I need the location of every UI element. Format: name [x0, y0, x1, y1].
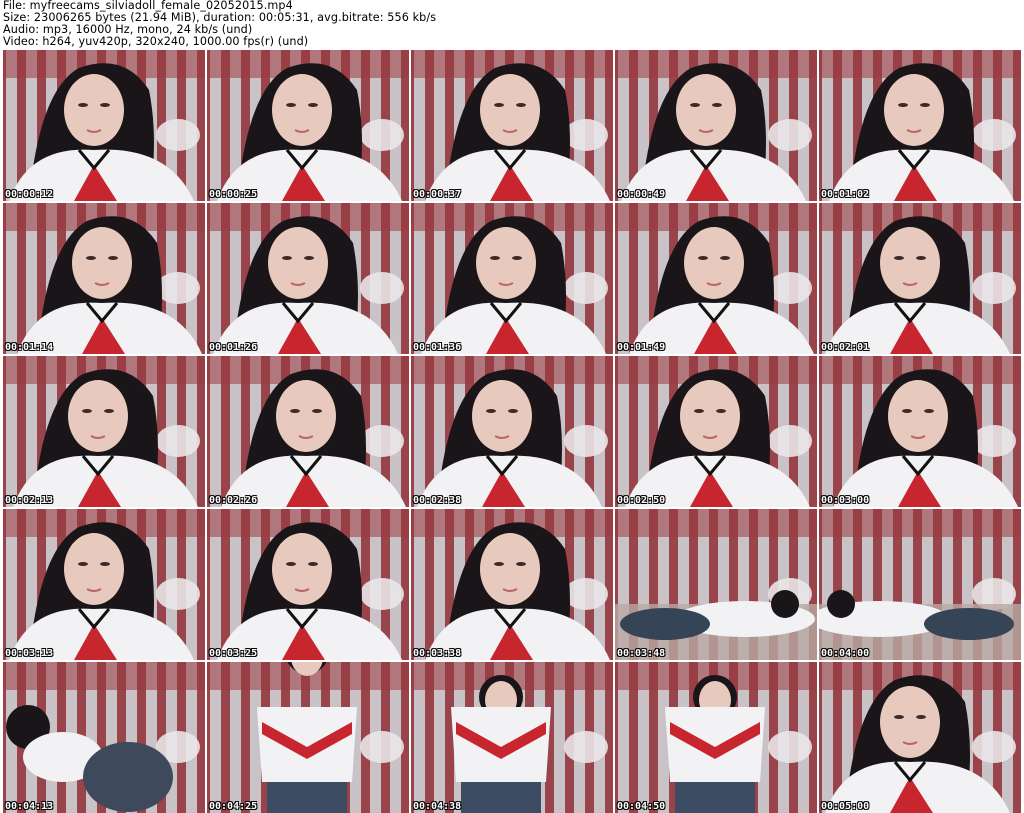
- thumbnail-timestamp: 00:02:26: [209, 495, 258, 506]
- video-thumbnail: 00:04:50: [615, 662, 817, 813]
- thumbnail-timestamp: 00:03:13: [5, 648, 54, 659]
- thumbnail-frame-image: [411, 662, 613, 813]
- thumbnail-timestamp: 00:01:26: [209, 342, 258, 353]
- video-thumbnail: 00:02:50: [615, 356, 817, 507]
- thumbnail-frame-image: [615, 509, 817, 660]
- thumbnail-frame-image: [3, 50, 205, 201]
- thumbnail-frame-image: [207, 356, 409, 507]
- thumbnail-frame-image: [411, 203, 613, 354]
- video-thumbnail: 00:01:26: [207, 203, 409, 354]
- thumbnail-timestamp: 00:03:48: [617, 648, 666, 659]
- thumbnail-timestamp: 00:04:38: [413, 801, 462, 812]
- thumbnail-frame-image: [819, 662, 1021, 813]
- video-thumbnail: 00:04:13: [3, 662, 205, 813]
- thumbnail-frame-image: [207, 662, 409, 813]
- thumbnail-timestamp: 00:01:02: [821, 189, 870, 200]
- video-thumbnail: 00:00:37: [411, 50, 613, 201]
- video-thumbnail: 00:04:00: [819, 509, 1021, 660]
- video-thumbnail: 00:01:14: [3, 203, 205, 354]
- thumbnail-timestamp: 00:05:00: [821, 801, 870, 812]
- thumbnail-timestamp: 00:01:14: [5, 342, 54, 353]
- thumbnail-timestamp: 00:00:49: [617, 189, 666, 200]
- video-thumbnail: 00:03:48: [615, 509, 817, 660]
- thumbnail-timestamp: 00:03:00: [821, 495, 870, 506]
- thumbnail-timestamp: 00:04:25: [209, 801, 258, 812]
- video-thumbnail: 00:00:25: [207, 50, 409, 201]
- thumbnail-grid: 00:00:12 00:00:25 00:00:37 00:00:49 00:01:02…: [3, 50, 1021, 813]
- video-thumbnail: 00:00:12: [3, 50, 205, 201]
- thumbnail-timestamp: 00:02:01: [821, 342, 870, 353]
- video-thumbnail: 00:03:00: [819, 356, 1021, 507]
- video-thumbnail: 00:02:01: [819, 203, 1021, 354]
- thumbnail-timestamp: 00:03:25: [209, 648, 258, 659]
- thumbnail-frame-image: [411, 509, 613, 660]
- thumbnail-frame-image: [819, 50, 1021, 201]
- thumbnail-frame-image: [3, 509, 205, 660]
- thumbnail-timestamp: 00:00:37: [413, 189, 462, 200]
- thumbnail-timestamp: 00:01:36: [413, 342, 462, 353]
- thumbnail-frame-image: [615, 356, 817, 507]
- thumbnail-frame-image: [411, 50, 613, 201]
- thumbnail-timestamp: 00:03:38: [413, 648, 462, 659]
- video-thumbnail: 00:00:49: [615, 50, 817, 201]
- video-thumbnail: 00:01:02: [819, 50, 1021, 201]
- video-thumbnail: 00:01:49: [615, 203, 817, 354]
- thumbnail-timestamp: 00:01:49: [617, 342, 666, 353]
- thumbnail-frame-image: [411, 356, 613, 507]
- file-info-header: File: myfreecams_silviadoll_female_02052…: [3, 0, 1021, 48]
- thumbnail-frame-image: [207, 203, 409, 354]
- thumbnail-timestamp: 00:00:25: [209, 189, 258, 200]
- thumbnail-timestamp: 00:04:50: [617, 801, 666, 812]
- video-thumbnail: 00:02:13: [3, 356, 205, 507]
- video-thumbnail: 00:03:13: [3, 509, 205, 660]
- thumbnail-frame-image: [3, 662, 205, 813]
- video-thumbnail: 00:03:38: [411, 509, 613, 660]
- thumbnail-timestamp: 00:02:38: [413, 495, 462, 506]
- thumbnail-timestamp: 00:04:13: [5, 801, 54, 812]
- video-thumbnail: 00:03:25: [207, 509, 409, 660]
- video-thumbnail: 00:02:38: [411, 356, 613, 507]
- video-thumbnail: 00:05:00: [819, 662, 1021, 813]
- video-thumbnail: 00:01:36: [411, 203, 613, 354]
- thumbnail-frame-image: [819, 509, 1021, 660]
- thumbnail-frame-image: [207, 50, 409, 201]
- video-thumbnail: 00:04:38: [411, 662, 613, 813]
- video-thumbnail: 00:04:25: [207, 662, 409, 813]
- thumbnail-frame-image: [615, 662, 817, 813]
- thumbnail-timestamp: 00:02:50: [617, 495, 666, 506]
- thumbnail-timestamp: 00:02:13: [5, 495, 54, 506]
- thumbnail-frame-image: [615, 203, 817, 354]
- video-thumbnail: 00:02:26: [207, 356, 409, 507]
- thumbnail-timestamp: 00:04:00: [821, 648, 870, 659]
- thumbnail-frame-image: [3, 203, 205, 354]
- thumbnail-frame-image: [3, 356, 205, 507]
- thumbnail-frame-image: [615, 50, 817, 201]
- video-info-line: Video: h264, yuv420p, 320x240, 1000.00 f…: [3, 35, 309, 48]
- thumbnail-frame-image: [819, 356, 1021, 507]
- thumbnail-timestamp: 00:00:12: [5, 189, 54, 200]
- thumbnail-frame-image: [207, 509, 409, 660]
- thumbnail-frame-image: [819, 203, 1021, 354]
